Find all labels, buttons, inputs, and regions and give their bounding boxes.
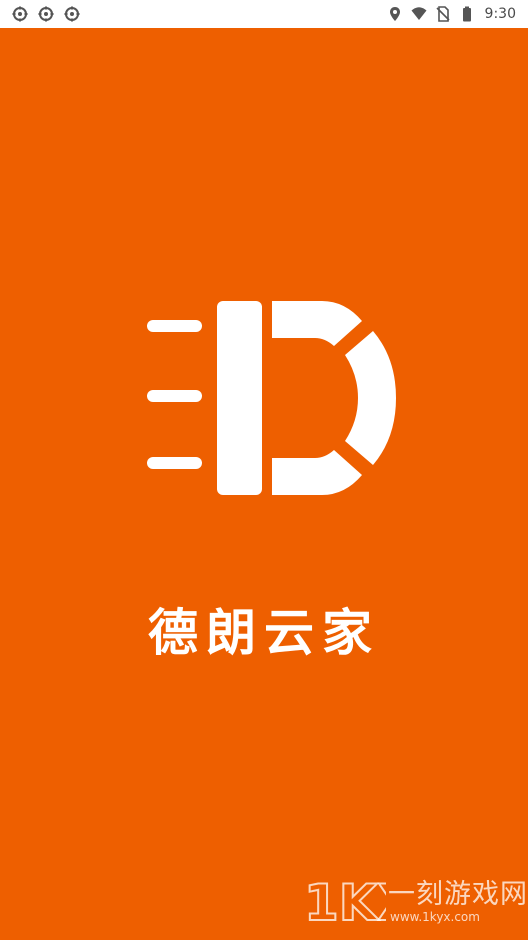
sync-icon xyxy=(12,6,28,22)
watermark-title: 一刻游戏网 xyxy=(388,879,528,910)
d-headlight-logo-icon xyxy=(147,301,396,495)
watermark-logo-icon: 1KX xyxy=(303,873,386,930)
sync-icon xyxy=(38,6,54,22)
no-sim-icon xyxy=(435,6,450,22)
status-bar: 9:30 xyxy=(0,0,528,28)
splash-screen: 德朗云家 1KX 一刻游戏网 www.1kyx.com xyxy=(0,28,528,940)
system-icons: 9:30 xyxy=(387,6,516,22)
clock: 9:30 xyxy=(484,6,516,22)
location-icon xyxy=(389,7,400,21)
app-name: 德朗云家 xyxy=(148,604,380,662)
watermark-url: www.1kyx.com xyxy=(390,910,480,924)
sync-icon xyxy=(64,6,80,22)
notification-icons xyxy=(12,6,80,22)
wifi-icon xyxy=(411,7,427,20)
battery-icon xyxy=(462,6,471,22)
watermark: 1KX 一刻游戏网 www.1kyx.com xyxy=(302,868,527,930)
watermark-logo-text: 1KX xyxy=(304,874,386,930)
